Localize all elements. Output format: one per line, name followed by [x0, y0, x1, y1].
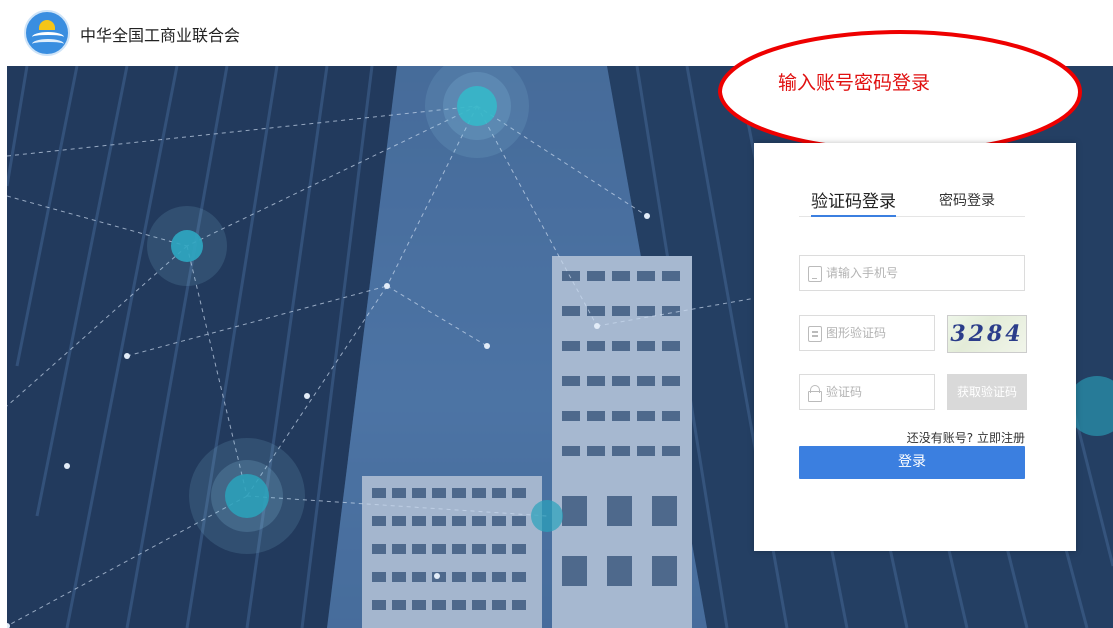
register-link[interactable]: 立即注册	[977, 431, 1025, 445]
callout-text: 输入账号密码登录	[778, 72, 931, 94]
login-tabs: 验证码登录 密码登录	[799, 187, 1025, 217]
phone-icon	[808, 266, 822, 282]
register-row: 还没有账号? 立即注册	[799, 429, 1025, 446]
acfic-emblem-icon[interactable]	[24, 10, 70, 56]
captcha-image[interactable]: 3284	[947, 315, 1027, 353]
phone-field	[799, 255, 1025, 291]
tab-password-login[interactable]: 密码登录	[939, 190, 995, 220]
captcha-input[interactable]	[826, 316, 931, 350]
captcha-field	[799, 315, 935, 351]
phone-input[interactable]	[826, 256, 1016, 290]
sms-code-field	[799, 374, 935, 410]
tab-sms-login[interactable]: 验证码登录	[811, 187, 896, 217]
captcha-icon	[808, 326, 822, 342]
get-code-button[interactable]: 获取验证码	[947, 374, 1027, 410]
sms-code-input[interactable]	[826, 375, 931, 409]
login-card: 验证码登录 密码登录 3284 获取验证码 还没有账号? 立即注册 登录	[754, 143, 1076, 551]
org-name[interactable]: 中华全国工商业联合会	[80, 22, 240, 46]
register-prompt: 还没有账号?	[906, 431, 974, 445]
lock-icon	[808, 385, 822, 402]
login-button[interactable]: 登录	[799, 446, 1025, 479]
